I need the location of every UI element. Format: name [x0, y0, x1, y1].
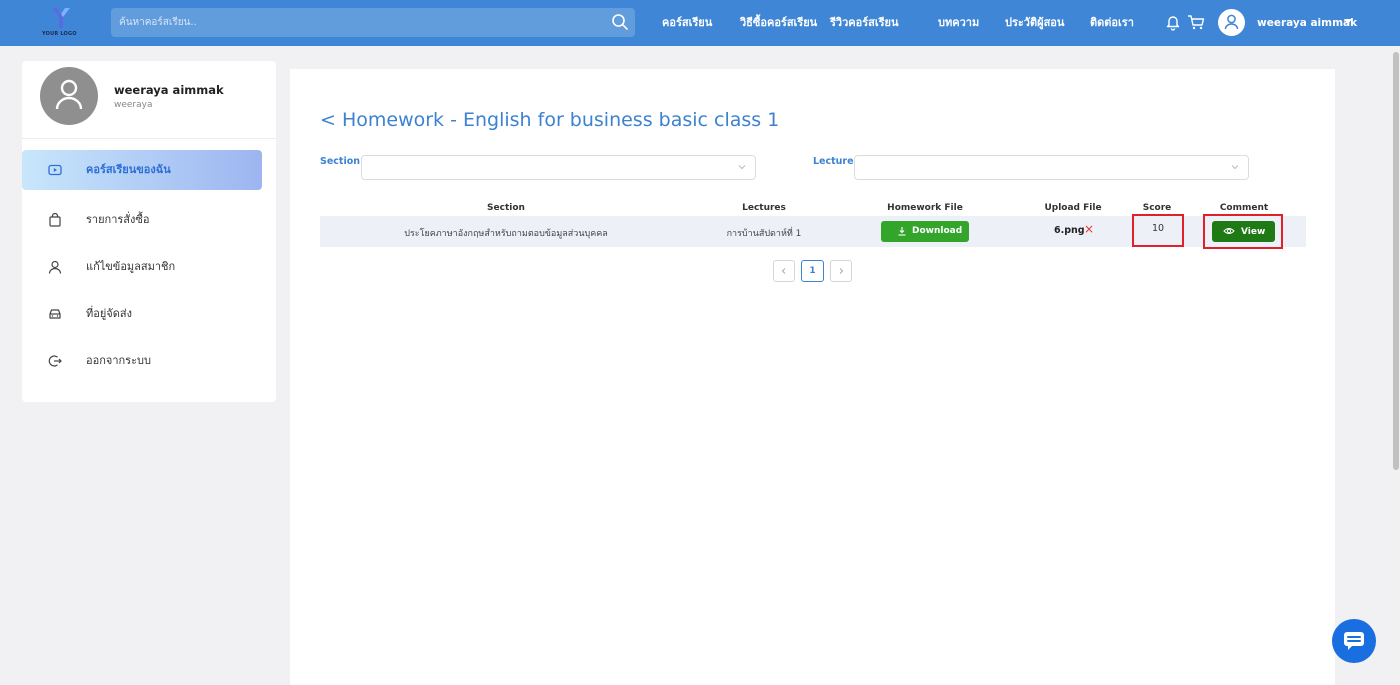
search-bar: [111, 8, 635, 37]
sidebar-item-label: ออกจากระบบ: [86, 354, 151, 367]
profile-name: weeraya aimmak: [114, 83, 224, 97]
sidebar-item-label: คอร์สเรียนของฉัน: [86, 163, 171, 176]
section-select[interactable]: [361, 155, 756, 180]
play-icon: [48, 164, 62, 176]
uploaded-file-name[interactable]: 6.png: [1054, 225, 1085, 236]
header-user-name[interactable]: weeraya aimmak: [1257, 0, 1357, 46]
caret-down-icon[interactable]: [1344, 19, 1352, 24]
nav-instructors[interactable]: ประวัติผู้สอน: [1005, 0, 1064, 46]
column-header-comment: Comment: [1219, 203, 1269, 213]
car-icon: [49, 309, 61, 319]
top-navigation-bar: YOUR LOGO คอร์สเรียน วิธีซื้อคอร์สเรียน …: [0, 0, 1400, 46]
pagination-prev-button[interactable]: [773, 260, 795, 282]
sidebar-item-label: ที่อยู่จัดส่ง: [86, 307, 132, 320]
nav-reviews[interactable]: รีวิวคอร์สเรียน: [830, 0, 898, 46]
sidebar-item-label: รายการสั่งซื้อ: [86, 213, 150, 226]
row-lecture: การบ้านสัปดาห์ที่ 1: [726, 229, 802, 239]
sidebar: weeraya aimmak weeraya คอร์สเรียนของฉัน …: [22, 61, 276, 402]
column-header-homework-file: Homework File: [887, 203, 963, 213]
lecture-select[interactable]: [854, 155, 1249, 180]
download-button[interactable]: Download: [881, 221, 969, 242]
user-icon: [1224, 14, 1239, 30]
sidebar-item-orders[interactable]: รายการสั่งซื้อ: [22, 200, 262, 240]
sidebar-item-logout[interactable]: ออกจากระบบ: [22, 341, 262, 381]
comment-highlight: View: [1203, 214, 1283, 249]
pagination-next-button[interactable]: [830, 260, 852, 282]
bell-icon[interactable]: [1163, 12, 1183, 32]
nav-courses[interactable]: คอร์สเรียน: [662, 0, 712, 46]
sidebar-item-label: แก้ไขข้อมูลสมาชิก: [86, 260, 176, 273]
main-panel: < Homework - English for business basic …: [290, 69, 1335, 685]
chevron-down-icon: [738, 165, 746, 170]
score-value: 10: [1151, 223, 1165, 234]
column-header-score: Score: [1142, 203, 1172, 213]
logo-text: YOUR LOGO: [42, 31, 77, 37]
column-header-section: Section: [487, 203, 525, 213]
page-title[interactable]: < Homework - English for business basic …: [320, 109, 779, 131]
search-icon[interactable]: [611, 13, 629, 31]
chevron-down-icon: [1231, 165, 1239, 170]
logo[interactable]: YOUR LOGO: [40, 6, 80, 40]
remove-file-icon[interactable]: ×: [1084, 222, 1094, 236]
profile-avatar: [40, 67, 98, 125]
column-header-upload-file: Upload File: [1044, 203, 1102, 213]
row-section: ประโยคภาษาอังกฤษสำหรับถามตอบข้อมูลส่วนบุ…: [404, 229, 608, 239]
pagination-page-1[interactable]: 1: [801, 260, 824, 282]
nav-how-to-buy[interactable]: วิธีซื้อคอร์สเรียน: [740, 0, 817, 46]
user-icon: [55, 79, 83, 110]
download-button-label: Download: [912, 226, 963, 236]
scrollbar-thumb[interactable]: [1393, 52, 1399, 470]
view-button-label: View: [1241, 227, 1266, 237]
profile-username: weeraya: [114, 100, 153, 110]
score-highlight: 10: [1132, 214, 1184, 247]
download-icon: [898, 227, 906, 236]
logo-mark-icon: [52, 8, 70, 28]
sidebar-item-my-courses[interactable]: คอร์สเรียนของฉัน: [22, 150, 262, 190]
user-avatar[interactable]: [1218, 9, 1245, 36]
shopping-bag-icon: [49, 213, 61, 227]
sidebar-item-shipping-address[interactable]: ที่อยู่จัดส่ง: [22, 294, 262, 334]
eye-icon: [1223, 228, 1235, 234]
chevron-right-icon: [839, 268, 844, 274]
sidebar-item-edit-profile[interactable]: แก้ไขข้อมูลสมาชิก: [22, 247, 262, 287]
chat-icon: [1344, 632, 1364, 650]
section-filter-label: Section: [320, 156, 361, 167]
cart-icon[interactable]: [1186, 12, 1206, 32]
view-comment-button[interactable]: View: [1212, 221, 1275, 242]
logout-icon: [48, 355, 62, 367]
lecture-filter-label: Lecture: [813, 156, 854, 167]
nav-articles[interactable]: บทความ: [938, 0, 979, 46]
chat-button[interactable]: [1332, 619, 1376, 663]
search-input[interactable]: [111, 8, 601, 37]
chevron-left-icon: [781, 268, 786, 274]
column-header-lectures: Lectures: [742, 203, 786, 213]
user-icon: [48, 260, 62, 274]
nav-contact[interactable]: ติดต่อเรา: [1090, 0, 1134, 46]
sidebar-divider: [22, 138, 276, 139]
